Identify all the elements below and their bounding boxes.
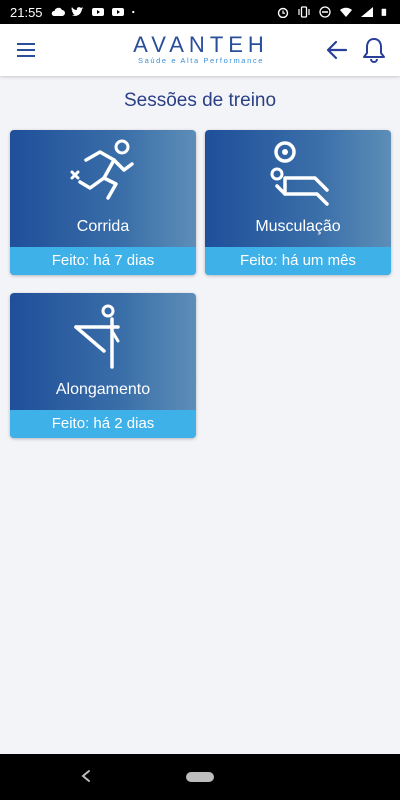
dnd-icon: [319, 6, 331, 18]
stretching-icon: [74, 304, 120, 369]
session-label: Alongamento: [55, 381, 151, 398]
session-label: Corrida: [76, 218, 130, 235]
nav-home-pill[interactable]: [186, 772, 214, 782]
session-status: Feito: há um mês: [205, 247, 391, 275]
signal-icon: [361, 7, 373, 17]
dot-icon: [131, 10, 134, 14]
menu-icon[interactable]: [16, 40, 38, 60]
session-card-corrida[interactable]: Corrida Feito: há 7 dias: [10, 130, 196, 275]
session-label: Musculação: [255, 218, 341, 235]
session-card-alongamento[interactable]: Alongamento Feito: há 2 dias: [10, 293, 196, 438]
cloud-icon: [51, 7, 65, 16]
bell-icon[interactable]: [362, 36, 386, 64]
status-bar: 21:55: [0, 0, 400, 24]
logo-wordmark: AVANTEH: [133, 32, 269, 57]
status-time: 21:55: [10, 4, 43, 20]
page-title: Sessões de treino: [123, 90, 277, 111]
youtube-icon: [91, 8, 104, 16]
vibrate-icon: [298, 6, 310, 18]
app-logo: AVANTEH Saúde e Alta Performance: [126, 32, 276, 72]
weightlifting-icon: [270, 141, 329, 206]
logo-tagline: Saúde e Alta Performance: [138, 56, 264, 65]
arrow-left-icon[interactable]: [324, 38, 350, 62]
alarm-icon: [277, 7, 289, 18]
nav-back-icon[interactable]: [80, 769, 92, 783]
session-card-musculacao[interactable]: Musculação Feito: há um mês: [205, 130, 391, 275]
app-bar: AVANTEH Saúde e Alta Performance: [0, 24, 400, 76]
running-icon: [70, 139, 134, 200]
battery-icon: [381, 8, 387, 16]
twitter-icon: [71, 7, 84, 16]
session-status: Feito: há 7 dias: [10, 247, 196, 275]
youtube-icon: [111, 8, 124, 16]
system-nav-bar: [0, 754, 400, 800]
wifi-icon: [340, 7, 352, 17]
session-status: Feito: há 2 dias: [10, 410, 196, 438]
